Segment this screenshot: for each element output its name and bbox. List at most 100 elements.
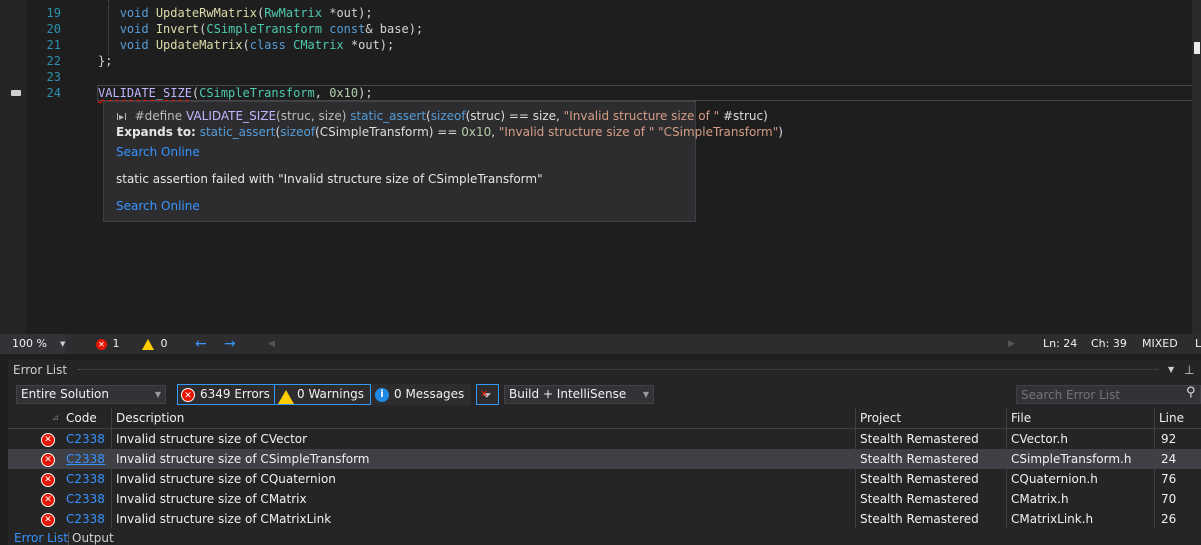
line-endings[interactable]: MIXED [1142, 334, 1178, 354]
error-description: Invalid structure size of CMatrixLink [116, 512, 332, 526]
code-token: & base); [365, 22, 424, 36]
panel-grip [78, 369, 1158, 370]
error-file: CMatrixLink.h [1011, 512, 1094, 526]
code-token: void [119, 6, 156, 20]
column-divider[interactable] [111, 408, 112, 528]
error-row[interactable]: ✕ C2338 Invalid structure size of CQuatern… [8, 469, 1201, 489]
error-row[interactable]: ✕ C2338 Invalid structure size of CMatrixL… [8, 509, 1201, 529]
error-count[interactable]: ✕ 1 [96, 334, 120, 354]
build-filter-dropdown[interactable]: Build + IntelliSense ▼ [504, 385, 654, 404]
error-icon: ✕ [41, 493, 55, 507]
search-icon[interactable]: ⚲ [1186, 385, 1196, 400]
expands-string: "Invalid structure size of " "CSimpleTra… [498, 125, 779, 139]
error-row[interactable]: ✕ C2338 Invalid structure size of CVector S… [8, 429, 1201, 449]
scope-dropdown[interactable]: Entire Solution ▼ [16, 385, 166, 404]
panel-menu-icon[interactable]: ▼ [1168, 360, 1174, 380]
error-file: CSimpleTransform.h [1011, 452, 1132, 466]
pin-icon[interactable]: ⊥ [1184, 360, 1194, 380]
error-file: CMatrix.h [1011, 492, 1069, 506]
column-divider[interactable] [855, 408, 856, 528]
code-token: CSimpleTransform [206, 22, 322, 36]
expands-line: Expands to: static_assert(sizeof(CSimple… [116, 125, 783, 139]
error-code-link[interactable]: C2338 [66, 509, 105, 529]
warning-count[interactable]: 0 [142, 334, 168, 354]
error-icon: ✕ [41, 433, 55, 447]
error-row[interactable]: ✕ C2338 Invalid structure size of CSimpleT… [8, 449, 1201, 469]
code-token: ( [242, 38, 250, 52]
define-tail: #struc) [719, 109, 768, 123]
scroll-thumb[interactable] [1194, 42, 1200, 54]
error-squiggle-token: VALIDATE_SIZE [98, 86, 192, 100]
tab-output[interactable]: Output [72, 532, 114, 545]
line-number: 24 [46, 86, 61, 100]
code-token: void [119, 38, 156, 52]
error-project: Stealth Remastered [860, 472, 979, 486]
code-line[interactable]: 22}; [0, 53, 1190, 69]
line-number: 20 [46, 22, 61, 36]
code-token: 0x10 [329, 86, 359, 100]
code-line[interactable]: 21 void UpdateMatrix(class CMatrix *out)… [0, 37, 1190, 53]
column-divider[interactable] [1154, 408, 1155, 528]
code-token: ); [358, 86, 373, 100]
code-line[interactable]: 19 void UpdateRwMatrix(RwMatrix *out); [0, 5, 1190, 21]
tab-separator [68, 532, 69, 545]
code-editor[interactable]: 19 void UpdateRwMatrix(RwMatrix *out); 20… [0, 0, 1201, 334]
code-line[interactable]: 24 VALIDATE_SIZE(CSimpleTransform, 0x10); [0, 85, 1190, 101]
errors-filter-button[interactable]: ✕ 6349 Errors [177, 384, 277, 405]
line-number: 21 [46, 38, 61, 52]
error-project: Stealth Remastered [860, 452, 979, 466]
expands-sizeof: sizeof [280, 125, 316, 139]
navigate-back-icon[interactable]: ← [195, 334, 207, 354]
define-string: "Invalid structure size of " [563, 109, 720, 123]
panel-title: Error List [13, 363, 68, 377]
column-divider[interactable] [1006, 408, 1007, 528]
scroll-left-icon[interactable]: ◀ [268, 334, 275, 354]
chevron-down-icon: ▼ [642, 390, 649, 399]
define-assert: static_assert [350, 109, 427, 123]
error-list-panel: Error List ▼ ⊥ Entire Solution ▼ ✕ 6349 … [8, 360, 1201, 545]
vertical-scrollbar[interactable] [1192, 0, 1201, 334]
code-token: *out); [322, 6, 373, 20]
navigate-forward-icon[interactable]: → [224, 334, 236, 354]
error-icon: ✕ [41, 453, 55, 467]
code-line[interactable]: 23 [0, 69, 1190, 85]
column-line[interactable]: Line [1159, 408, 1184, 428]
error-code-link[interactable]: C2338 [66, 429, 105, 449]
panel-header: Error List ▼ ⊥ [8, 360, 1201, 380]
code-token: , [314, 86, 330, 100]
zoom-dropdown[interactable]: 100 % ▼ [0, 334, 66, 354]
tab-error-list[interactable]: Error List [14, 532, 68, 545]
column-project[interactable]: Project [860, 408, 901, 428]
error-icon: ✕ [41, 513, 55, 527]
column-code[interactable]: Code [66, 408, 97, 428]
search-error-list-input[interactable] [1016, 385, 1201, 404]
messages-filter-button[interactable]: i 0 Messages [371, 384, 472, 405]
warnings-filter-button[interactable]: 0 Warnings [274, 384, 372, 405]
sort-icon[interactable]: ⊿ [52, 408, 59, 428]
expands-type: (CSimpleTransform) == [315, 125, 462, 139]
error-line: 26 [1161, 512, 1177, 526]
error-code-link[interactable]: C2338 [66, 469, 105, 489]
scroll-right-icon[interactable]: ▶ [1008, 334, 1015, 354]
messages-filter-label: 0 Messages [394, 387, 465, 401]
filter-toggle-button[interactable]: ⏷ ✕ [476, 384, 499, 405]
code-line[interactable]: 20 void Invert(CSimpleTransform const& b… [0, 21, 1190, 37]
column-number: Ch: 39 [1091, 337, 1127, 350]
search-online-link-2[interactable]: Search Online [116, 199, 200, 213]
column-file[interactable]: File [1011, 408, 1031, 428]
define-macro-name: VALIDATE_SIZE [185, 109, 277, 123]
error-row[interactable]: ✕ C2338 Invalid structure size of CMatrix S… [8, 489, 1201, 509]
chevron-down-icon: ▼ [154, 390, 161, 399]
error-code-link[interactable]: C2338 [66, 449, 105, 469]
code-token: Invert [155, 22, 200, 36]
error-list-toolbar: Entire Solution ▼ ✕ 6349 Errors 0 Warnin… [8, 382, 1201, 406]
code-text: void UpdateMatrix(class CMatrix *out); [98, 37, 395, 53]
search-online-link[interactable]: Search Online [116, 145, 200, 159]
line-number: 19 [46, 6, 61, 20]
error-code-link[interactable]: C2338 [66, 489, 105, 509]
column-description[interactable]: Description [116, 408, 184, 428]
scope-value: Entire Solution [21, 387, 109, 401]
code-token: UpdateRwMatrix [155, 6, 257, 20]
error-description: Invalid structure size of CQuaternion [116, 472, 336, 486]
